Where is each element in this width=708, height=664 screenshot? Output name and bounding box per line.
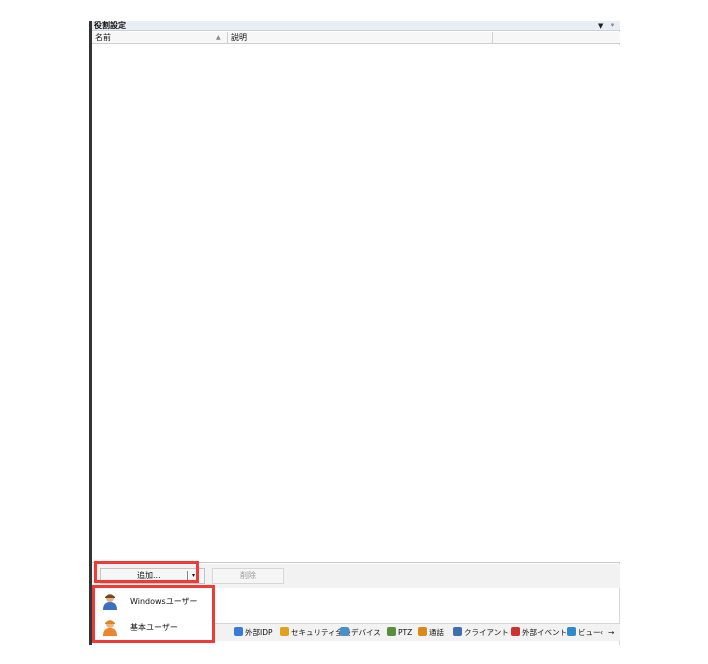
tab-external-events[interactable]: 外部イベント [511,624,567,642]
tab-external-events-label: 外部イベント [522,628,567,637]
list-header: 名前 ▲ 説明 [92,32,620,44]
lock-icon [280,627,289,636]
menu-item-basic-user[interactable]: 基本ユーザー [95,616,212,640]
tab-devices-label: デバイス [351,628,381,637]
delete-button[interactable]: 削除 [212,568,284,584]
menu-item-windows-user-label: Windowsユーザー [130,597,198,606]
device-icon [340,627,349,636]
tab-views-label: ビュー [578,628,601,637]
scroll-right-icon[interactable]: → [608,624,614,642]
panel-title-bar: 役割設定 ▼ ᵠ [92,21,620,31]
scroll-left-icon[interactable]: ‹ [600,624,603,642]
menu-item-windows-user[interactable]: Windowsユーザー [95,590,212,614]
tab-external-idp[interactable]: 外部IDP [234,624,273,642]
monitor-icon [453,627,462,636]
add-button-highlight [94,561,199,583]
event-icon [511,627,520,636]
tab-client[interactable]: クライアント [453,624,509,642]
speech-icon [418,627,427,636]
tab-speech[interactable]: 通話 [418,624,444,642]
tab-views[interactable]: ビュー [567,624,601,642]
dropdown-arrow-icon[interactable]: ▼ [598,21,603,31]
basic-user-icon [103,620,117,636]
external-idp-icon [234,627,243,636]
pin-icon[interactable]: ᵠ [611,21,614,31]
column-header-description-label: 説明 [231,33,247,42]
column-header-name-label: 名前 [95,33,111,42]
tab-client-label: クライアント [464,628,509,637]
view-icon [567,627,576,636]
menu-item-basic-user-label: 基本ユーザー [130,623,178,632]
column-header-description[interactable]: 説明 [228,32,493,44]
tab-external-idp-label: 外部IDP [245,628,273,637]
tab-devices[interactable]: デバイス [340,624,381,642]
tab-ptz[interactable]: PTZ [387,624,412,642]
panel-title: 役割設定 [94,21,126,30]
sort-ascending-icon: ▲ [216,34,221,41]
role-list[interactable] [92,45,620,563]
role-settings-panel: 役割設定 ▼ ᵠ 名前 ▲ 説明 追加... ▾ 削除 外部IDP セキュリティ… [89,21,620,645]
tab-ptz-label: PTZ [398,628,413,637]
add-dropdown-menu: Windowsユーザー 基本ユーザー [92,585,215,643]
ptz-icon [387,627,396,636]
tab-speech-label: 通話 [429,628,444,637]
column-header-name[interactable]: 名前 ▲ [92,32,228,44]
windows-user-icon [103,594,117,610]
